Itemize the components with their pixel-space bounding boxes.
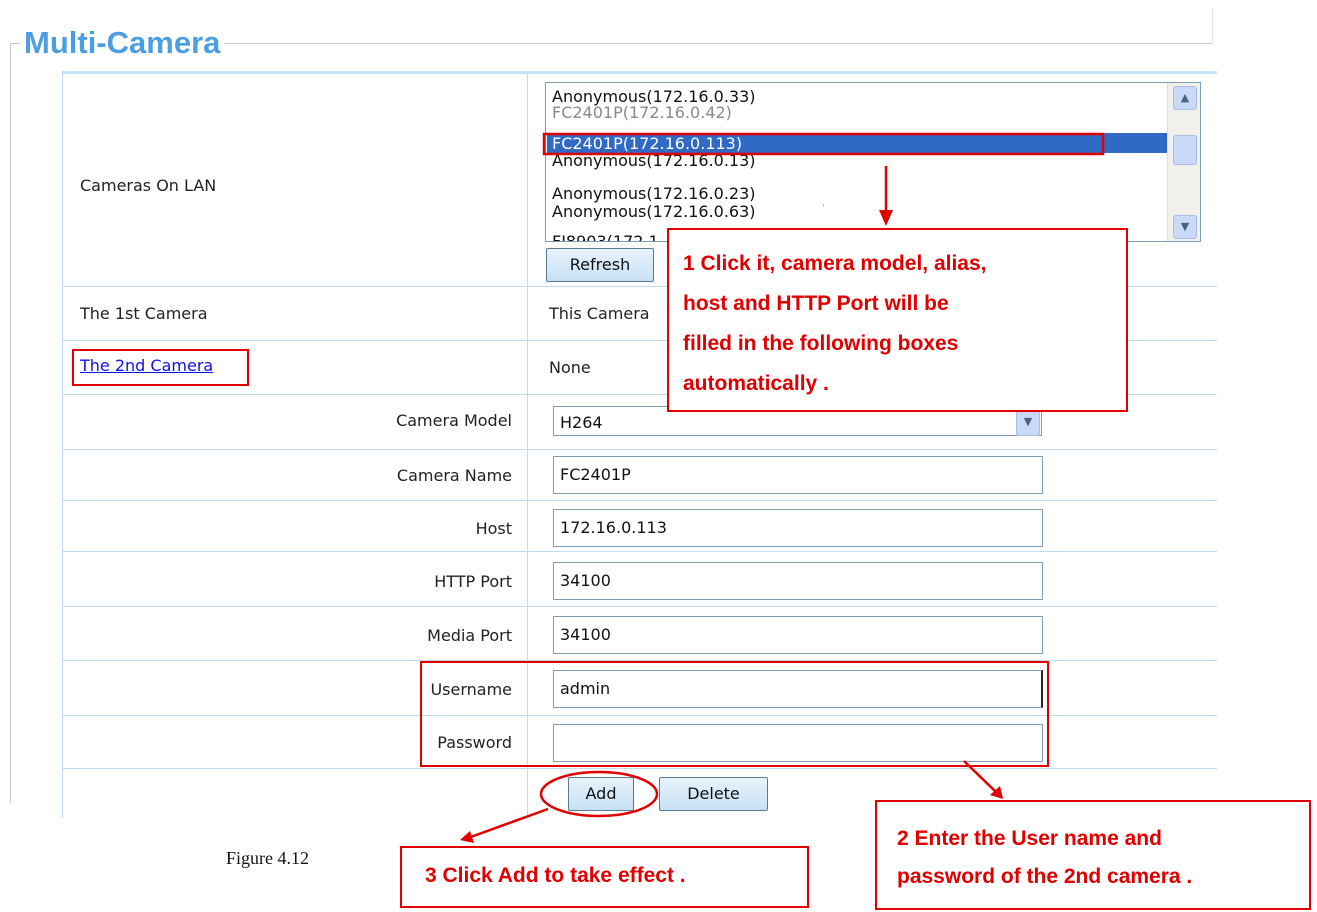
highlight-ellipse-add <box>539 770 659 818</box>
highlight-box-selected-camera <box>542 132 1105 156</box>
callout-2-line: 2 Enter the User name and <box>897 827 1162 850</box>
annotation-overlay: ' <box>460 132 1105 843</box>
callout-arrowhead-3 <box>460 831 474 843</box>
figure-caption: Figure 4.12 <box>226 848 309 868</box>
callout-3-text: 3 Click Add to take effect . <box>425 864 686 887</box>
stray-mark: ' <box>822 203 825 214</box>
callout-arrow-3 <box>467 807 549 840</box>
callout-1-line: automatically . <box>683 372 829 395</box>
callout-step-2: 2 Enter the User name and password of th… <box>875 800 1311 910</box>
callout-2-line: password of the 2nd camera . <box>897 865 1193 888</box>
callout-arrowhead-1 <box>879 210 893 226</box>
callout-arrow-2 <box>963 760 997 793</box>
callout-step-3: 3 Click Add to take effect . <box>400 846 809 908</box>
callout-1-line: host and HTTP Port will be <box>683 292 949 315</box>
callout-1-line: filled in the following boxes <box>683 332 959 355</box>
callout-1-line: 1 Click it, camera model, alias, <box>683 252 987 275</box>
callout-step-1: 1 Click it, camera model, alias, host an… <box>667 228 1128 412</box>
